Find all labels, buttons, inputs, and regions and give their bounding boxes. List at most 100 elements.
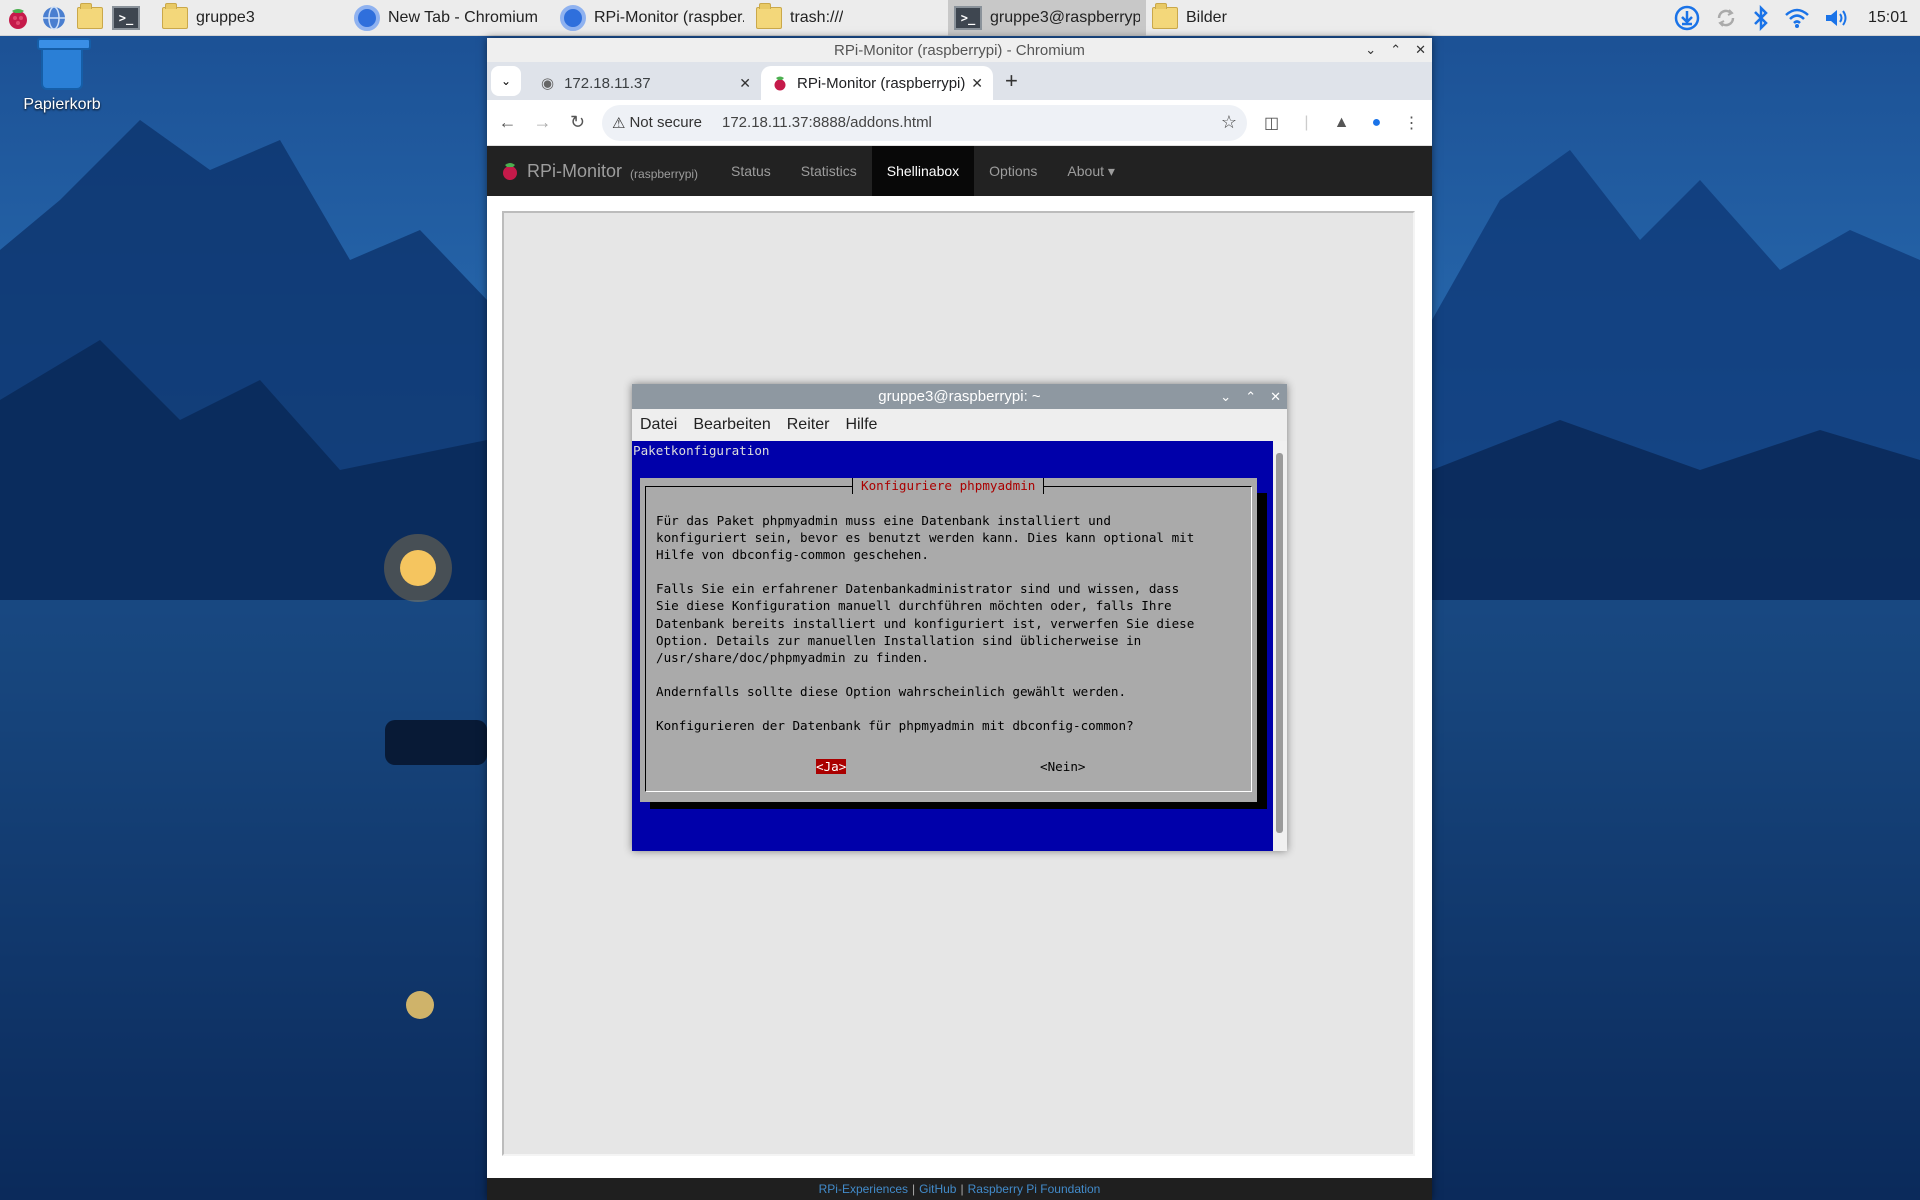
nav-statistics[interactable]: Statistics	[786, 146, 872, 196]
tab-ip[interactable]: ◉ 172.18.11.37 ✕	[529, 66, 761, 100]
menu-hilfe[interactable]: Hilfe	[845, 416, 877, 434]
sync-icon[interactable]	[1714, 6, 1738, 30]
taskbar-task-new-tab[interactable]: New Tab - Chromium	[348, 0, 554, 36]
menu-datei[interactable]: Datei	[640, 416, 677, 434]
task-label: Bilder	[1186, 8, 1227, 26]
desktop-trash-icon[interactable]: Papierkorb	[20, 38, 104, 114]
minimize-icon[interactable]: ⌄	[1365, 42, 1376, 58]
security-label: Not secure	[629, 114, 702, 131]
menu-dots-icon[interactable]: ⋮	[1401, 113, 1422, 133]
folder-icon	[162, 2, 188, 29]
task-label: trash:///	[790, 8, 844, 26]
browser-launcher[interactable]	[36, 0, 72, 36]
rpi-navbar: RPi-Monitor (raspberrypi) Status Statist…	[487, 146, 1432, 196]
file-manager-launcher[interactable]	[72, 0, 108, 36]
taskbar-task-rpi-monitor[interactable]: RPi-Monitor (raspber...	[554, 0, 750, 36]
raspberry-icon	[9, 8, 27, 29]
system-tray: 15:01	[1674, 0, 1920, 36]
labs-flask-icon[interactable]: ▲	[1331, 114, 1352, 132]
trash-label: Papierkorb	[23, 96, 101, 113]
task-label: gruppe3	[196, 8, 255, 26]
url-text[interactable]: 172.18.11.37:8888/addons.html	[722, 114, 932, 131]
chromium-icon	[354, 4, 380, 31]
window-title: RPi-Monitor (raspberrypi) - Chromium	[834, 41, 1085, 59]
tab-title: 172.18.11.37	[564, 74, 651, 92]
raspberry-icon	[503, 163, 517, 180]
yes-button[interactable]: <Ja>	[816, 759, 847, 774]
footer-link-github[interactable]: GitHub	[919, 1182, 956, 1196]
chromium-titlebar[interactable]: RPi-Monitor (raspberrypi) - Chromium ⌄ ⌃…	[487, 38, 1432, 62]
download-icon[interactable]	[1674, 5, 1700, 31]
nav-shellinabox[interactable]: Shellinabox	[871, 146, 975, 196]
menu-bearbeiten[interactable]: Bearbeiten	[693, 416, 770, 434]
taskbar-task-terminal[interactable]: >_ gruppe3@raspberryp...	[948, 0, 1146, 36]
back-icon[interactable]: ←	[497, 112, 518, 133]
terminal-window: gruppe3@raspberrypi: ~ ⌄ ⌃ ✕ Datei Bearb…	[632, 384, 1287, 851]
footer-link-rpi-experiences[interactable]: RPi-Experiences	[819, 1182, 908, 1196]
browser-toolbar: ← → ↻ ⚠ Not secure 172.18.11.37:8888/add…	[487, 100, 1432, 146]
wifi-icon[interactable]	[1784, 7, 1810, 29]
bookmark-star-icon[interactable]: ☆	[1221, 112, 1237, 133]
bluetooth-icon[interactable]	[1752, 5, 1770, 31]
extensions-icon[interactable]: ◫	[1261, 113, 1282, 133]
terminal-titlebar[interactable]: gruppe3@raspberrypi: ~ ⌄ ⌃ ✕	[632, 384, 1287, 409]
dialog-text: Für das Paket phpmyadmin muss eine Daten…	[656, 513, 1195, 734]
terminal-scrollbar[interactable]	[1273, 441, 1287, 851]
taskbar-task-gruppe3[interactable]: gruppe3	[156, 0, 348, 36]
tab-search-button[interactable]: ⌄	[491, 66, 521, 96]
page-footer: RPi-Experiences | GitHub | Raspberry Pi …	[487, 1178, 1432, 1200]
task-label: New Tab - Chromium	[388, 8, 538, 26]
menu-reiter[interactable]: Reiter	[787, 416, 830, 434]
forward-icon[interactable]: →	[532, 112, 553, 133]
nav-options[interactable]: Options	[974, 146, 1052, 196]
globe-icon	[43, 5, 65, 30]
close-icon[interactable]: ✕	[739, 75, 751, 92]
nav-label: Status	[731, 163, 771, 179]
footer-separator: |	[960, 1182, 964, 1196]
terminal-icon: >_	[112, 5, 140, 30]
separator: |	[1304, 113, 1309, 131]
brand-host: (raspberrypi)	[630, 167, 699, 181]
new-tab-icon[interactable]: +	[1005, 68, 1018, 94]
close-icon[interactable]: ✕	[971, 75, 983, 92]
minimize-icon[interactable]: ⌄	[1220, 389, 1231, 405]
footer-separator: |	[912, 1182, 916, 1196]
raspberry-icon	[774, 76, 786, 91]
maximize-icon[interactable]: ⌃	[1390, 42, 1401, 58]
tab-rpi-monitor[interactable]: RPi-Monitor (raspberrypi) ✕	[761, 66, 993, 100]
terminal-launcher[interactable]: >_	[108, 0, 144, 36]
raspberry-menu-button[interactable]	[0, 0, 36, 36]
nav-label: About ▾	[1067, 162, 1115, 179]
nav-label: Statistics	[800, 163, 857, 179]
taskbar-task-trash[interactable]: trash:///	[750, 0, 948, 36]
task-label: RPi-Monitor (raspber...	[594, 8, 744, 26]
maximize-icon[interactable]: ⌃	[1245, 389, 1256, 405]
volume-icon[interactable]	[1824, 7, 1850, 29]
scrollbar-thumb[interactable]	[1276, 453, 1283, 833]
profile-icon[interactable]: ●	[1366, 114, 1387, 132]
folder-icon	[1152, 2, 1178, 29]
address-bar[interactable]: ⚠ Not secure 172.18.11.37:8888/addons.ht…	[602, 104, 1247, 141]
brand[interactable]: RPi-Monitor (raspberrypi)	[487, 161, 716, 182]
debconf-header: Paketkonfiguration	[633, 443, 770, 458]
dialog-title: Konfiguriere phpmyadmin	[852, 478, 1045, 494]
globe-icon: ◉	[541, 75, 555, 92]
footer-link-raspberry-pi-foundation[interactable]: Raspberry Pi Foundation	[968, 1182, 1101, 1196]
security-indicator[interactable]: ⚠ Not secure	[612, 114, 702, 132]
folder-icon	[756, 2, 782, 29]
warning-icon: ⚠	[612, 114, 626, 132]
no-button[interactable]: <Nein>	[1040, 759, 1086, 774]
folder-icon	[77, 2, 103, 29]
reload-icon[interactable]: ↻	[567, 112, 588, 133]
window-title: gruppe3@raspberrypi: ~	[878, 388, 1041, 405]
taskbar-task-bilder[interactable]: Bilder	[1146, 0, 1266, 36]
tab-strip: ⌄ ◉ 172.18.11.37 ✕ RPi-Monitor (raspberr…	[487, 62, 1432, 100]
close-icon[interactable]: ✕	[1415, 42, 1426, 58]
task-label: gruppe3@raspberryp...	[990, 8, 1140, 26]
nav-status[interactable]: Status	[716, 146, 786, 196]
nav-about[interactable]: About ▾	[1052, 146, 1130, 196]
tab-title: RPi-Monitor (raspberrypi)	[797, 74, 966, 92]
clock[interactable]: 15:01	[1868, 9, 1908, 27]
close-icon[interactable]: ✕	[1270, 389, 1281, 405]
terminal-body[interactable]: Paketkonfiguration Konfiguriere phpmyadm…	[632, 441, 1273, 851]
